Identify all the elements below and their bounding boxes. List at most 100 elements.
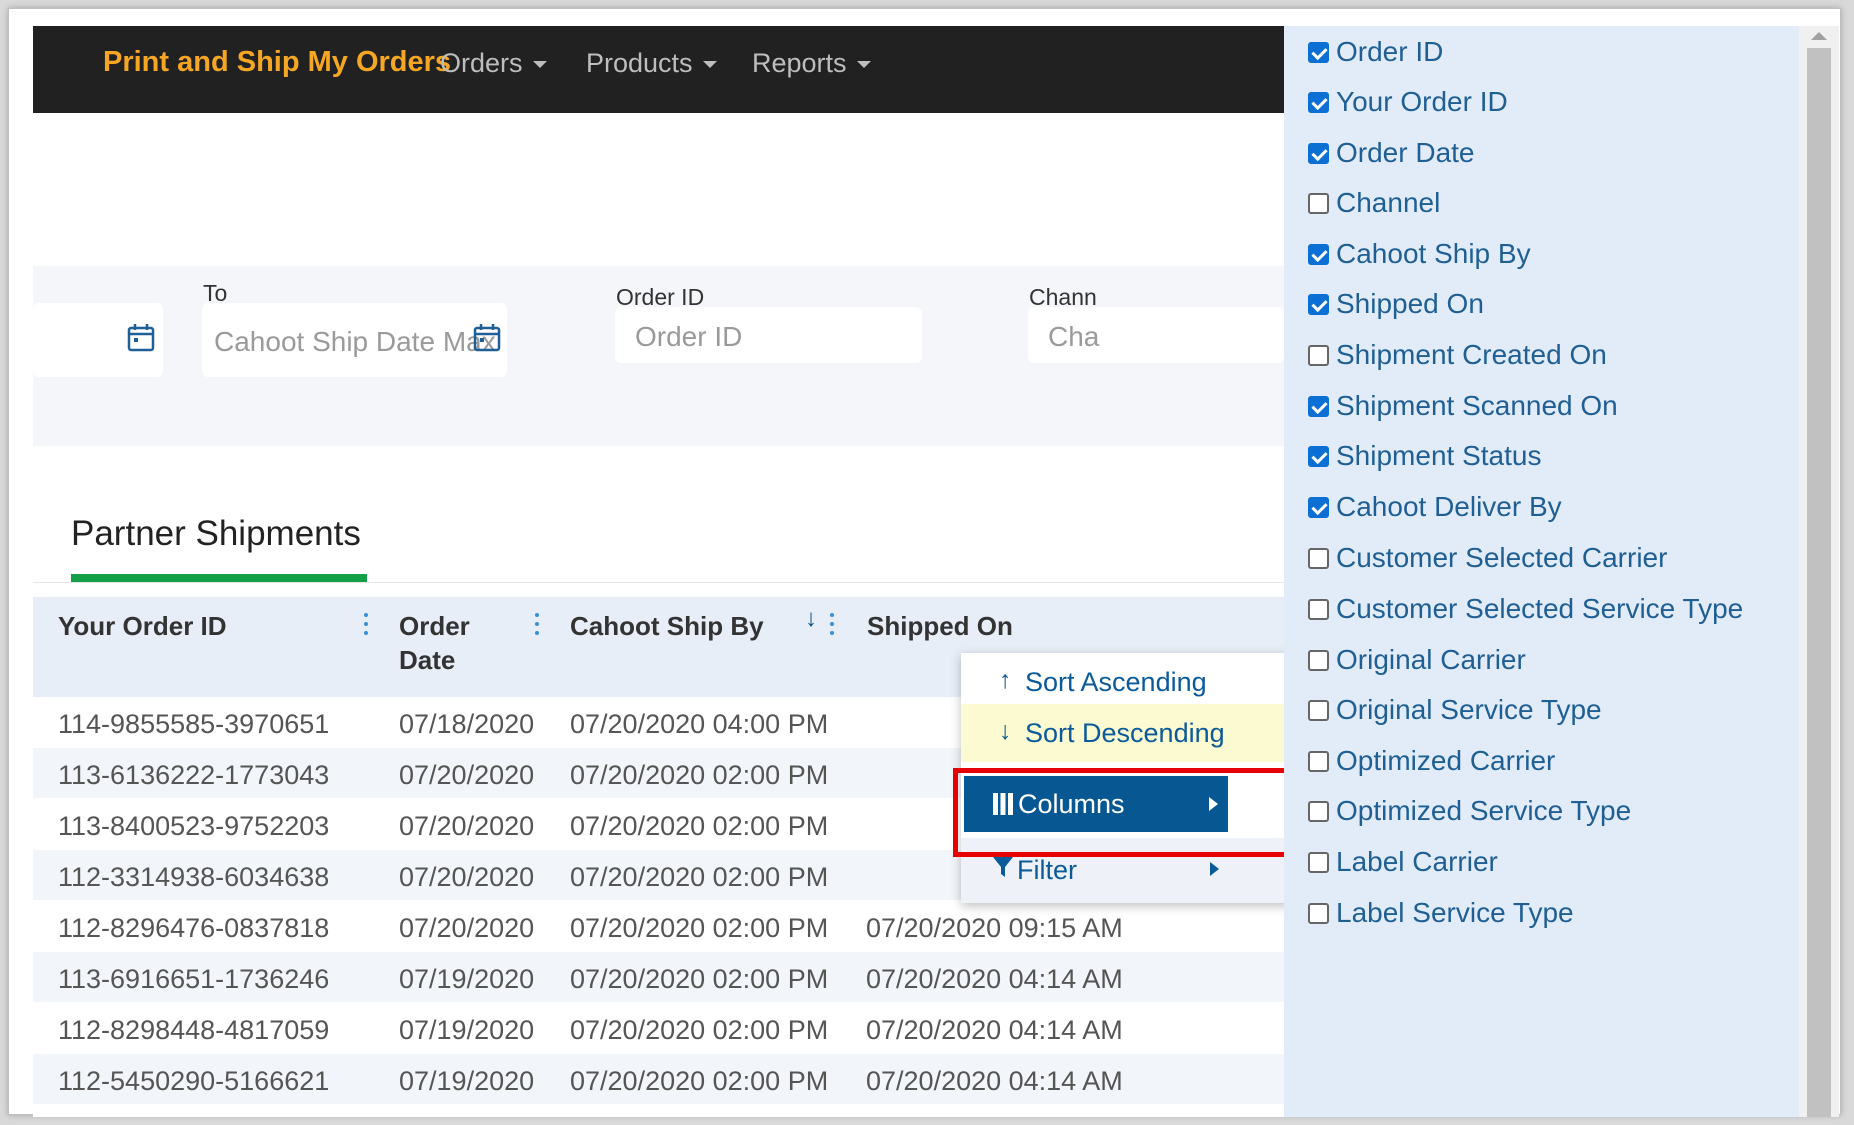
column-option-label: Cahoot Ship By xyxy=(1336,238,1531,269)
checkbox-unchecked-icon[interactable] xyxy=(1308,903,1329,924)
menu-sort-ascending[interactable]: ↑ Sort Ascending xyxy=(961,653,1291,711)
cell-your-order-id: 113-6916651-1736246 xyxy=(58,964,330,994)
cell-your-order-id: 113-8400523-9752203 xyxy=(58,811,330,841)
sort-descending-icon[interactable]: ↓ xyxy=(805,605,817,633)
checkbox-unchecked-icon[interactable] xyxy=(1308,548,1329,569)
column-option-label: Cahoot Deliver By xyxy=(1336,491,1562,522)
column-option-label: Customer Selected Service Type xyxy=(1336,593,1744,624)
cell-your-order-id: 112-5450290-5166621 xyxy=(58,1066,330,1096)
cell-shipped-on: 07/20/2020 04:14 AM xyxy=(866,964,1123,994)
filter-icon xyxy=(993,857,1013,877)
nav-orders-label: Orders xyxy=(440,48,523,78)
app-window: Print and Ship My Orders Orders Products… xyxy=(33,26,1839,1117)
nav-reports-label: Reports xyxy=(752,48,847,78)
arrow-down-icon: ↓ xyxy=(999,717,1012,745)
order-date-header-line1: Order xyxy=(399,611,470,641)
column-option-label: Label Carrier xyxy=(1336,846,1498,877)
checkbox-unchecked-icon[interactable] xyxy=(1308,751,1329,772)
checkbox-checked-icon[interactable] xyxy=(1308,92,1329,113)
column-option-label: Order ID xyxy=(1336,36,1444,67)
cell-your-order-id: 112-8298448-4817059 xyxy=(58,1015,330,1045)
nav-products-label: Products xyxy=(586,48,693,78)
column-option-label: Shipment Status xyxy=(1336,440,1542,471)
checkbox-checked-icon[interactable] xyxy=(1308,244,1329,265)
checkbox-unchecked-icon[interactable] xyxy=(1308,852,1329,873)
nav-orders-menu[interactable]: Orders xyxy=(440,48,547,79)
submenu-arrow-icon xyxy=(1210,862,1219,876)
cell-order-date: 07/20/2020 xyxy=(399,913,535,943)
nav-reports-menu[interactable]: Reports xyxy=(752,48,871,79)
tab-partner-shipments[interactable]: Partner Shipments xyxy=(71,514,361,554)
calendar-icon[interactable] xyxy=(127,323,155,353)
cell-cahoot-ship-by: 07/20/2020 02:00 PM xyxy=(570,964,829,994)
column-header-shipped-on[interactable]: Shipped On xyxy=(867,609,1013,643)
cell-order-date: 07/18/2020 xyxy=(399,709,535,739)
channel-input[interactable]: Cha xyxy=(1028,307,1284,363)
checkbox-unchecked-icon[interactable] xyxy=(1308,193,1329,214)
checkbox-unchecked-icon[interactable] xyxy=(1308,801,1329,822)
column-header-your-order-id[interactable]: Your Order ID xyxy=(58,609,227,643)
checkbox-checked-icon[interactable] xyxy=(1308,42,1329,63)
caret-down-icon xyxy=(856,61,871,69)
cell-cahoot-ship-by: 07/20/2020 04:00 PM xyxy=(570,709,829,739)
column-option-label: Original Service Type xyxy=(1336,694,1602,725)
cell-shipped-on: 07/20/2020 04:14 AM xyxy=(866,1066,1123,1096)
cell-cahoot-ship-by: 07/20/2020 02:00 PM xyxy=(570,913,829,943)
order-id-input[interactable]: Order ID xyxy=(615,307,922,363)
calendar-icon[interactable] xyxy=(473,323,501,353)
cell-your-order-id: 112-3314938-6034638 xyxy=(58,862,330,892)
checkbox-unchecked-icon[interactable] xyxy=(1308,700,1329,721)
nav-products-menu[interactable]: Products xyxy=(586,48,717,79)
cell-order-date: 07/19/2020 xyxy=(399,1015,535,1045)
active-tab-indicator xyxy=(71,574,367,582)
menu-sort-descending[interactable]: ↓ Sort Descending xyxy=(961,704,1291,762)
channel-placeholder: Cha xyxy=(1048,321,1100,352)
column-header-order-date[interactable]: Order Date xyxy=(399,609,470,677)
column-option-label: Order Date xyxy=(1336,137,1475,168)
checkbox-checked-icon[interactable] xyxy=(1308,294,1329,315)
order-id-placeholder: Order ID xyxy=(635,321,743,352)
checkbox-unchecked-icon[interactable] xyxy=(1308,345,1329,366)
cell-cahoot-ship-by: 07/20/2020 02:00 PM xyxy=(570,760,829,790)
column-menu-icon[interactable] xyxy=(534,611,540,639)
menu-filter-label: Filter xyxy=(1017,855,1077,885)
checkbox-unchecked-icon[interactable] xyxy=(1308,650,1329,671)
cell-your-order-id: 114-9855585-3970651 xyxy=(58,709,330,739)
column-menu-icon[interactable] xyxy=(363,611,369,639)
scroll-up-arrow-icon[interactable] xyxy=(1811,32,1827,40)
column-option-label: Shipment Created On xyxy=(1336,339,1607,370)
checkbox-checked-icon[interactable] xyxy=(1308,143,1329,164)
screenshot-frame: Print and Ship My Orders Orders Products… xyxy=(8,8,1841,1117)
menu-sort-descending-label: Sort Descending xyxy=(1025,718,1225,748)
column-header-cahoot-ship-by[interactable]: Cahoot Ship By xyxy=(570,609,764,643)
vertical-scrollbar[interactable] xyxy=(1799,26,1839,1117)
column-option-label: Original Carrier xyxy=(1336,644,1526,675)
scrollbar-thumb[interactable] xyxy=(1807,48,1831,1117)
annotation-highlight-box xyxy=(953,768,1289,857)
column-option-label: Channel xyxy=(1336,187,1441,218)
cell-order-date: 07/20/2020 xyxy=(399,760,535,790)
caret-down-icon xyxy=(702,61,717,69)
column-option-label: Shipped On xyxy=(1336,288,1484,319)
caret-down-icon xyxy=(532,61,547,69)
cell-shipped-on: 07/20/2020 04:14 AM xyxy=(866,1015,1123,1045)
cell-order-date: 07/20/2020 xyxy=(399,811,535,841)
to-date-input[interactable]: Cahoot Ship Date Max xyxy=(202,303,507,377)
checkbox-checked-icon[interactable] xyxy=(1308,497,1329,518)
checkbox-checked-icon[interactable] xyxy=(1308,396,1329,417)
cell-cahoot-ship-by: 07/20/2020 02:00 PM xyxy=(570,1066,829,1096)
column-menu-icon[interactable] xyxy=(829,611,835,639)
column-option-label: Optimized Carrier xyxy=(1336,745,1556,776)
column-option-label: Customer Selected Carrier xyxy=(1336,542,1668,573)
to-date-placeholder: Cahoot Ship Date Max xyxy=(214,326,496,357)
checkbox-checked-icon[interactable] xyxy=(1308,446,1329,467)
cell-order-date: 07/19/2020 xyxy=(399,964,535,994)
brand-logo[interactable]: Print and Ship My Orders xyxy=(103,46,451,79)
cell-your-order-id: 112-8296476-0837818 xyxy=(58,913,330,943)
cell-cahoot-ship-by: 07/20/2020 02:00 PM xyxy=(570,862,829,892)
checkbox-unchecked-icon[interactable] xyxy=(1308,599,1329,620)
menu-sort-ascending-label: Sort Ascending xyxy=(1025,667,1207,697)
from-date-input[interactable] xyxy=(33,303,163,377)
cell-shipped-on: 07/20/2020 09:15 AM xyxy=(866,913,1123,943)
column-chooser-panel: Order ID Your Order ID Order Date Channel Ca… xyxy=(1284,26,1799,1117)
